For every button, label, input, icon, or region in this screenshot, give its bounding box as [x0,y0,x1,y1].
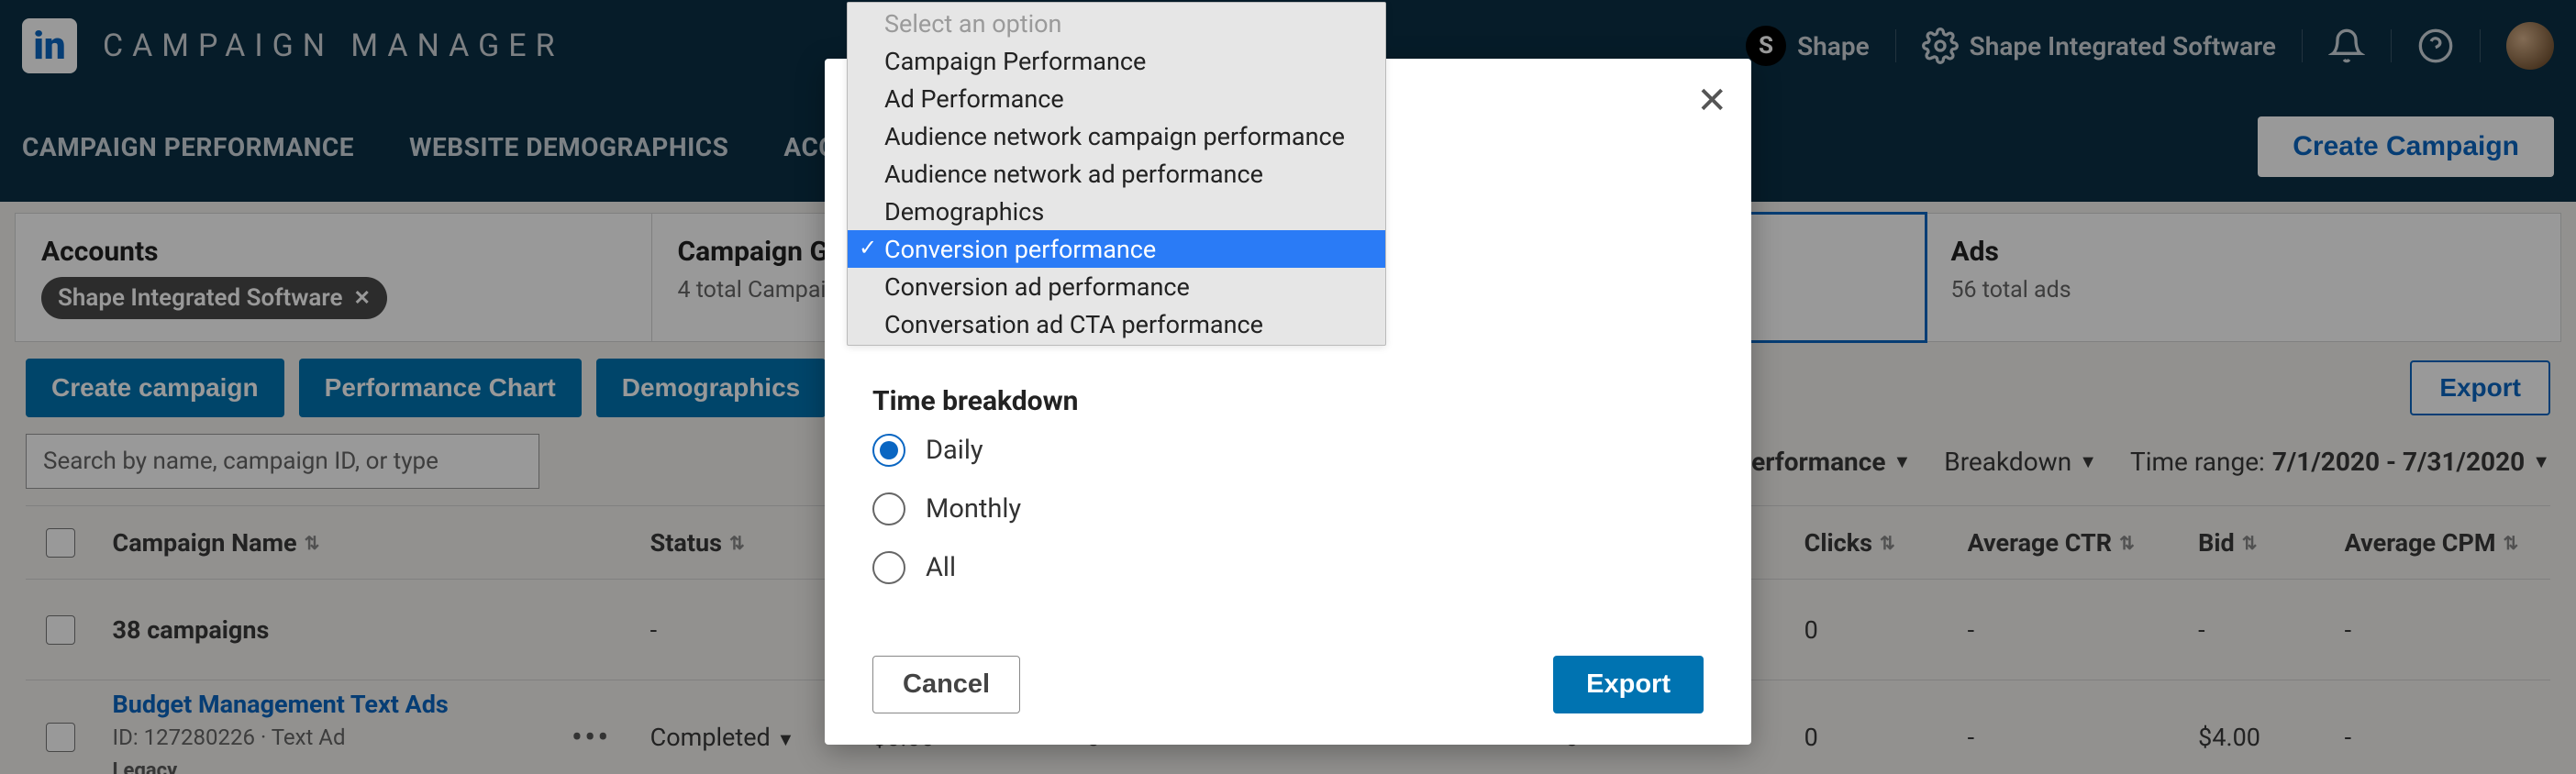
dropdown-option[interactable]: Conversation ad CTA performance [848,305,1385,343]
time-breakdown-radios: Daily Monthly All [872,434,1704,584]
export-modal: ✕ Select an option Campaign Performance … [825,59,1751,745]
dropdown-placeholder: Select an option [848,5,1385,42]
dropdown-option[interactable]: Ad Performance [848,80,1385,117]
modal-export-button[interactable]: Export [1553,656,1704,713]
dropdown-option[interactable]: Audience network campaign performance [848,117,1385,155]
radio-icon [872,492,905,525]
radio-icon [872,434,905,467]
dropdown-option[interactable]: Conversion ad performance [848,268,1385,305]
modal-cancel-button[interactable]: Cancel [872,656,1020,713]
radio-daily[interactable]: Daily [872,434,1704,467]
dropdown-option[interactable]: Audience network ad performance [848,155,1385,193]
dropdown-option-selected[interactable]: Conversion performance [848,230,1385,268]
radio-icon [872,551,905,584]
time-breakdown-label: Time breakdown [872,385,1704,417]
radio-monthly[interactable]: Monthly [872,492,1704,525]
report-type-dropdown[interactable]: Select an option Campaign Performance Ad… [847,2,1386,346]
dropdown-option[interactable]: Campaign Performance [848,42,1385,80]
dropdown-option[interactable]: Demographics [848,193,1385,230]
radio-all[interactable]: All [872,551,1704,584]
